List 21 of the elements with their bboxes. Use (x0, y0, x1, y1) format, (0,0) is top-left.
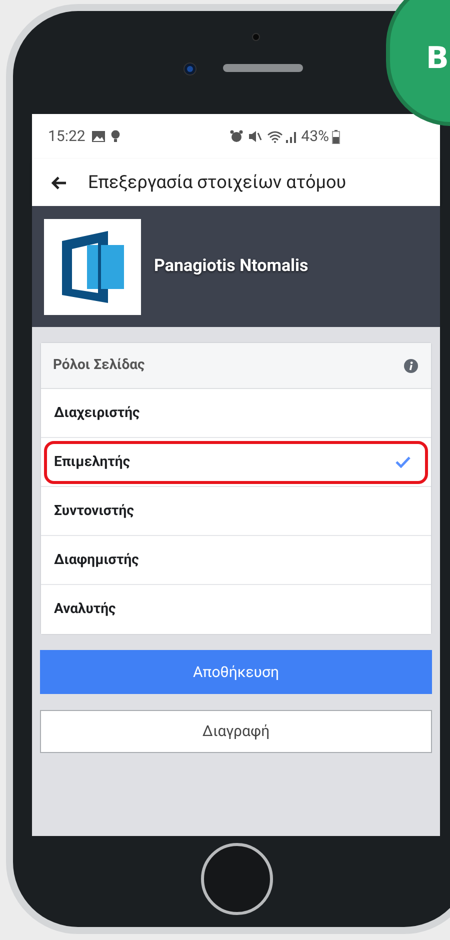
check-icon (395, 456, 411, 468)
back-arrow-icon (51, 176, 67, 190)
profile-name: Panagiotis Ntomalis (154, 254, 308, 278)
delete-button[interactable]: Διαγραφή (40, 710, 432, 753)
clock: 15:22 (48, 126, 86, 148)
logo-drawing (62, 230, 124, 302)
mute-icon (248, 130, 262, 143)
screen-title: Επεξεργασία στοιχείων ατόμου (88, 171, 346, 195)
camera-icon (183, 62, 197, 76)
badge-text: B (426, 40, 449, 78)
info-icon[interactable] (404, 358, 418, 372)
lightbulb-icon (111, 130, 120, 143)
wifi-icon (267, 130, 284, 143)
battery-icon (332, 130, 340, 144)
alarm-icon (230, 130, 244, 143)
card-title: Ρόλοι Σελίδας (53, 356, 145, 375)
save-button[interactable]: Αποθήκευση (40, 650, 432, 694)
image-icon (92, 131, 106, 142)
back-button[interactable] (50, 174, 68, 192)
signal-icon (286, 130, 298, 143)
battery-percent: 43% (301, 126, 329, 148)
